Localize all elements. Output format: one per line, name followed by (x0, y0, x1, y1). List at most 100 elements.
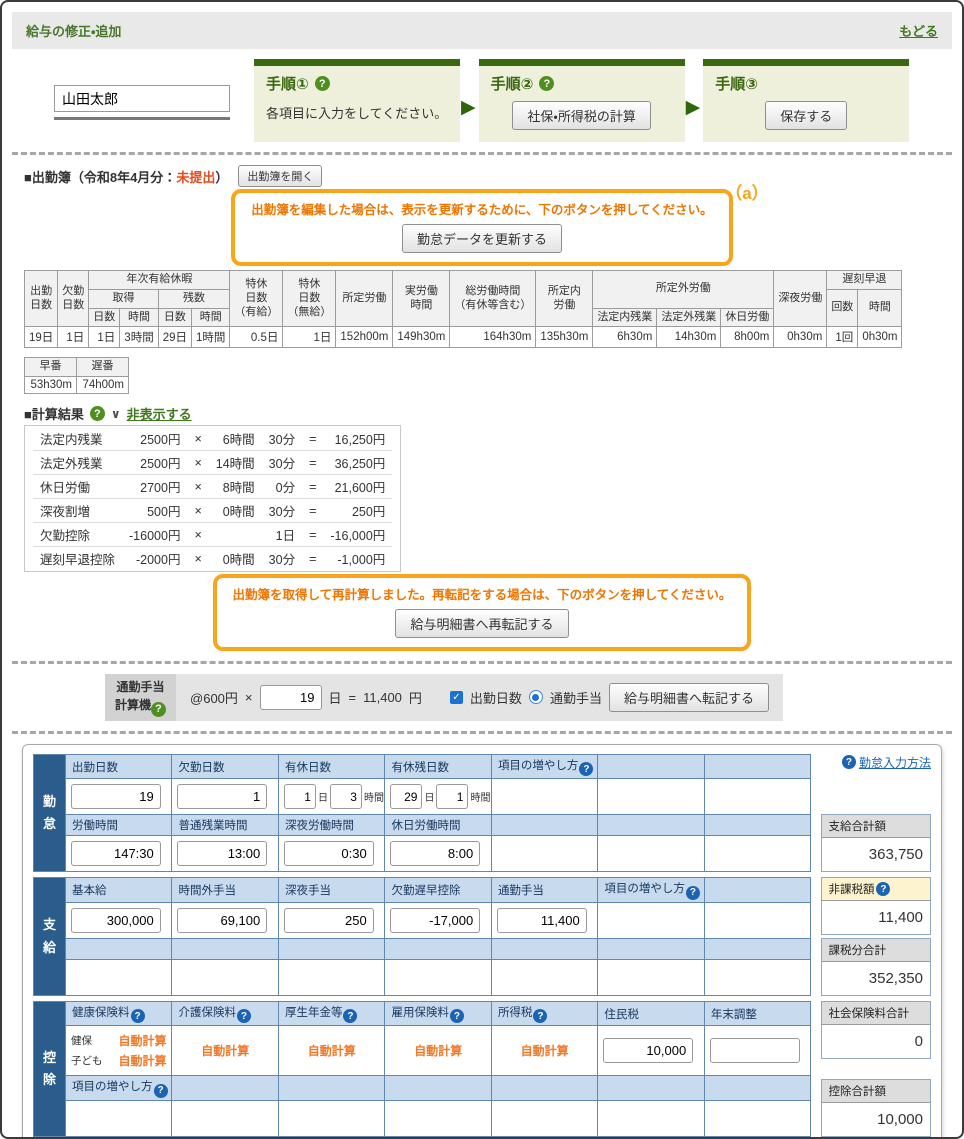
times-sign: × (187, 474, 209, 499)
col-header: 健康保険料 (72, 1006, 130, 1019)
cell-empty (490, 835, 599, 873)
employee-name-input[interactable] (54, 85, 230, 112)
retranscribe-to-payslip-button[interactable]: 給与明細書へ再転記する (395, 609, 569, 638)
back-link[interactable]: もどる (899, 21, 938, 40)
col-header: 回数 (826, 288, 859, 328)
overtime-allowance-input[interactable] (177, 907, 268, 933)
col-header-empty (277, 937, 386, 960)
help-icon[interactable] (533, 1009, 548, 1024)
col-header: 出勤 日数 (23, 269, 59, 328)
paid-leave-hours-input[interactable] (329, 784, 362, 810)
night-hours-input[interactable] (283, 841, 374, 867)
calc-mins: 1日 (261, 522, 303, 547)
help-icon[interactable] (539, 76, 555, 91)
help-icon[interactable] (89, 406, 105, 421)
resident-tax-input[interactable] (603, 1038, 694, 1064)
paid-leave-remaining-days-input[interactable] (390, 784, 423, 810)
open-attendance-book-button[interactable]: 出勤簿を開く (238, 165, 323, 187)
step2-box: 手順② 社保・所得税の計算 (478, 59, 685, 142)
table-row: 欠勤控除 -16000円 × 1日 = -16,000円 (33, 522, 393, 547)
add-items-link[interactable]: 項目の増やし方 (604, 883, 685, 895)
calc-label: 深夜割増 (33, 498, 123, 523)
taxable-total-label: 課税分合計 (822, 938, 930, 962)
help-icon[interactable] (153, 1083, 168, 1098)
col-header: 時間 (119, 307, 159, 328)
shift-table: 早番 遅番 53h30m 74h00m (24, 357, 129, 394)
base-salary-input[interactable] (71, 907, 161, 933)
table-row: 遅刻早退控除 -2000円 × 0時間 30分 = -1,000円 (33, 547, 392, 571)
holiday-hours-input[interactable] (390, 841, 481, 867)
calc-rate: 2500円 (122, 427, 188, 451)
annotation-a: （a） (725, 184, 769, 203)
commute-allowance-input[interactable] (496, 907, 587, 933)
kintai-input-help-link[interactable]: 勤怠入力方法 (859, 754, 931, 771)
times-sign: × (187, 522, 209, 547)
payroll-edit-page: 給与の修正・追加 もどる 手順① 各項目に入力をしてください。 手順② (0, 0, 964, 1139)
year-end-adjustment-input[interactable] (709, 1038, 800, 1064)
times-sign: × (187, 450, 209, 475)
days-absent-input[interactable] (177, 784, 268, 810)
notice-text: 出勤簿を取得して再計算しました。再転記をする場合は、下のボタンを押してください。 (232, 588, 732, 602)
section-label-shikyu: 支 給 (33, 877, 66, 996)
hide-link[interactable]: 非表示する (127, 404, 192, 423)
help-icon[interactable] (685, 885, 700, 900)
calc-hours: 8時間 (208, 474, 262, 499)
paid-leave-remaining-hours-input[interactable] (436, 784, 469, 810)
col-header-empty (703, 937, 812, 960)
commute-days-input[interactable] (259, 684, 322, 710)
calc-mins: 30分 (261, 450, 303, 475)
deduction-total-box: 控除合計額 10,000 (821, 1078, 931, 1137)
refresh-attendance-data-button[interactable]: 勤怠データを更新する (401, 224, 562, 253)
cell-empty (384, 958, 492, 996)
col-header: 年末調整 (703, 1000, 812, 1027)
help-icon[interactable] (876, 882, 891, 897)
calc-mins: 30分 (261, 427, 303, 451)
help-icon[interactable] (236, 1009, 251, 1024)
times-sign: × (187, 498, 209, 523)
night-allowance-input[interactable] (283, 907, 374, 933)
status-badge: 未提出 (176, 169, 216, 185)
transfer-to-payslip-button[interactable]: 給与明細書へ転記する (608, 682, 769, 712)
col-header: 有休残日数 (384, 753, 492, 780)
add-items-link[interactable]: 項目の増やし方 (72, 1081, 153, 1093)
col-header: 休日労働時間 (384, 814, 492, 837)
table-row: 休日労働 2700円 × 8時間 0分 = 21,600円 (33, 474, 393, 499)
help-icon[interactable] (343, 1009, 358, 1024)
save-button[interactable]: 保存する (765, 101, 848, 130)
attendance-heading-text: ■出勤簿（令和8年4月分： (24, 169, 177, 185)
step2-title: 手順② (490, 76, 534, 93)
shikyu-section: 支 給 基本給 時間外手当 深夜手当 欠勤遅早控除 通勤手当 項目の増やし方? … (33, 877, 931, 996)
social-insurance-total-value: 0 (914, 1032, 923, 1050)
col-header: 時間外手当 (171, 877, 279, 903)
commute-allowance-radio[interactable] (528, 690, 543, 705)
deduction-total-value: 10,000 (877, 1110, 923, 1128)
help-icon[interactable] (579, 762, 594, 777)
calc-mins: 30分 (261, 498, 303, 523)
equals-sign: = (302, 498, 324, 523)
absence-deduction-input[interactable] (390, 907, 481, 933)
calc-hours: 14時間 (208, 450, 262, 475)
payment-total-box: 支給合計額 363,750 (821, 814, 931, 873)
work-hours-input[interactable] (71, 841, 161, 867)
help-icon[interactable] (151, 701, 167, 717)
section-label-kintai: 勤 怠 (33, 753, 66, 873)
social-insurance-total-box: 社会保険料合計 0 (821, 1000, 931, 1059)
separator (12, 152, 952, 155)
cell-empty (171, 1099, 279, 1137)
days-worked-input[interactable] (71, 784, 161, 810)
paid-leave-days-input[interactable] (283, 784, 316, 810)
help-icon[interactable] (130, 1009, 145, 1024)
col-header: 労働時間 (64, 814, 173, 837)
help-icon[interactable] (449, 1009, 464, 1024)
cell: 149h30m (392, 326, 451, 349)
col-header: 欠勤日数 (171, 753, 279, 780)
col-header: 日数 (157, 307, 193, 328)
calc-insurance-tax-button[interactable]: 社保・所得税の計算 (512, 101, 651, 130)
cell: 19日 (23, 326, 59, 349)
col-header: 厚生年金等 (284, 1006, 343, 1019)
table-row: 19日 1日 1日 3時間 29日 1時間 0.5日 1日 152h00m 14… (23, 326, 903, 349)
attendance-days-checkbox[interactable] (449, 690, 463, 704)
overtime-hours-input[interactable] (177, 841, 268, 867)
add-items-link[interactable]: 項目の増やし方 (498, 760, 579, 772)
help-icon[interactable] (314, 76, 330, 91)
